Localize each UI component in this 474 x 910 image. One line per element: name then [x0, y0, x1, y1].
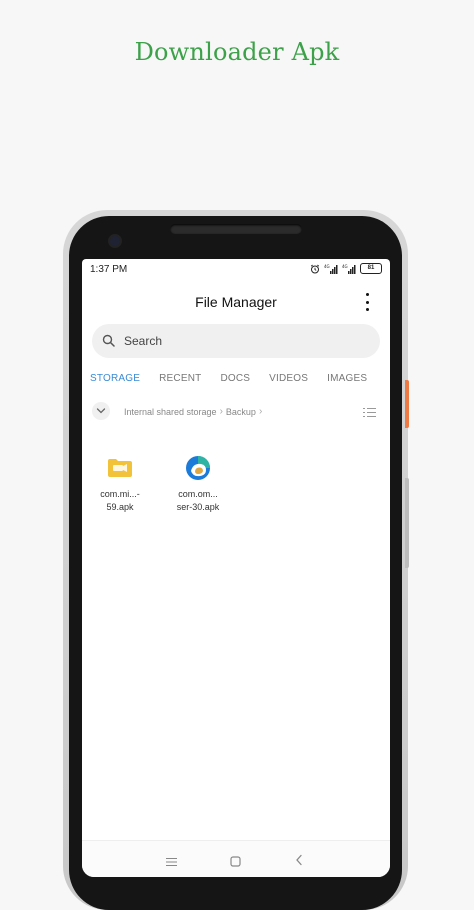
search-icon — [102, 334, 115, 352]
tab-bar: STORAGE RECENT DOCS VIDEOS IMAGES — [90, 373, 386, 384]
phone-speaker — [170, 224, 302, 234]
file-name-line: com.mi...- — [100, 489, 140, 499]
status-icons: 4G 4G 81 — [310, 263, 382, 274]
chevron-right-icon: › — [258, 406, 263, 417]
search-placeholder: Search — [124, 334, 163, 348]
more-vertical-icon[interactable] — [362, 293, 372, 311]
file-item[interactable]: com.om... ser-30.apk — [163, 454, 233, 514]
phone-camera — [110, 236, 120, 246]
back-icon[interactable] — [295, 853, 303, 871]
alarm-icon — [310, 264, 320, 274]
breadcrumb-row: Internal shared storage › Backup › — [92, 402, 380, 420]
chevron-right-icon: › — [219, 406, 223, 417]
navigation-bar — [82, 840, 390, 877]
tab-recent[interactable]: RECENT — [159, 373, 201, 384]
tab-videos[interactable]: VIDEOS — [269, 373, 308, 384]
tab-images[interactable]: IMAGES — [327, 373, 367, 384]
edge-browser-icon — [163, 454, 233, 482]
file-name-line: 59.apk — [106, 502, 134, 512]
svg-text:4G: 4G — [324, 264, 330, 269]
promo-title: Downloader Apk — [134, 38, 340, 66]
breadcrumb-backup[interactable]: Backup — [226, 407, 256, 417]
file-item[interactable]: com.mi...- 59.apk — [85, 454, 155, 514]
file-name-line: ser-30.apk — [176, 502, 220, 512]
battery-icon: 81 — [360, 263, 382, 274]
power-button[interactable] — [405, 380, 409, 428]
signal-icon: 4G — [342, 264, 356, 274]
tab-docs[interactable]: DOCS — [220, 373, 250, 384]
file-name-line: com.om... — [178, 489, 218, 499]
signal-icon: 4G — [324, 264, 338, 274]
home-icon[interactable] — [230, 854, 241, 872]
list-view-icon[interactable] — [363, 405, 376, 423]
tab-storage[interactable]: STORAGE — [90, 373, 140, 384]
file-name: com.om... ser-30.apk — [163, 488, 233, 514]
menu-icon[interactable] — [166, 854, 177, 872]
search-bar[interactable]: Search — [92, 324, 380, 358]
volume-button[interactable] — [405, 478, 409, 568]
breadcrumb: Internal shared storage › Backup › — [124, 406, 262, 417]
app-title: File Manager — [195, 294, 277, 310]
status-time: 1:37 PM — [90, 264, 128, 275]
breadcrumb-internal-storage[interactable]: Internal shared storage — [124, 407, 217, 417]
file-name: com.mi...- 59.apk — [85, 488, 155, 514]
status-bar: 1:37 PM 4G 4G 81 — [82, 259, 390, 279]
video-folder-icon — [85, 454, 155, 482]
svg-text:4G: 4G — [342, 264, 348, 269]
phone-screen: 1:37 PM 4G 4G 81 File Manager Search STO… — [82, 259, 390, 877]
chevron-down-icon[interactable] — [92, 402, 110, 420]
